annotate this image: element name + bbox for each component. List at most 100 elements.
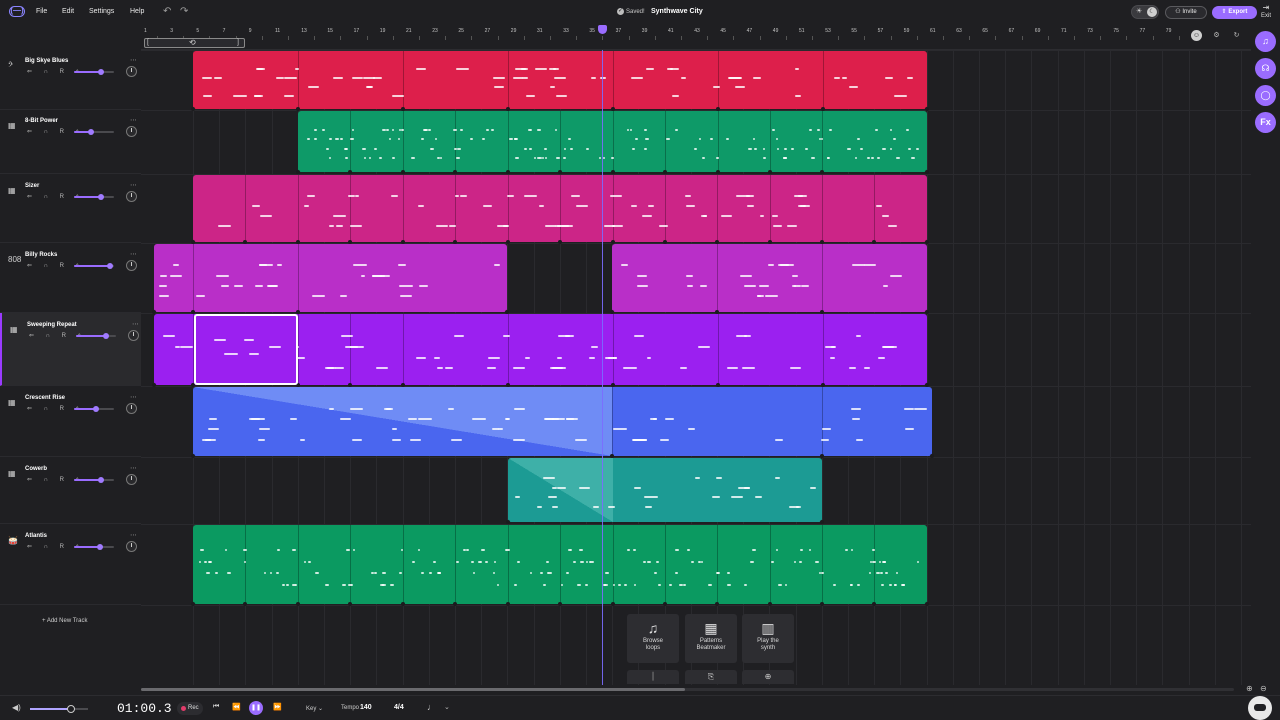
app-logo[interactable]: (—) <box>9 6 25 17</box>
loop-end-handle[interactable]: ] <box>237 39 239 47</box>
track-header[interactable]: ▦ 8-Bit Power ⋯ ⇐ ∩ R ∿ <box>0 110 141 174</box>
key-selector[interactable]: Key ⌄ <box>306 705 323 712</box>
record-button[interactable]: Rec <box>177 702 203 715</box>
import-card[interactable]: ⎘ <box>685 670 737 684</box>
pan-knob[interactable] <box>126 191 137 202</box>
track-header[interactable]: 808 Billy Rocks ⋯ ⇐ ∩ R ∿ <box>0 243 141 313</box>
speaker-icon[interactable]: ◀) <box>12 703 21 712</box>
sidebar-chat-icon[interactable]: ◯ <box>1255 85 1276 106</box>
more-options-icon[interactable]: ⋯ <box>130 56 137 64</box>
track-volume-slider[interactable] <box>74 194 114 200</box>
track-name[interactable]: Sizer <box>25 183 39 189</box>
more-options-icon[interactable]: ⋯ <box>130 116 137 124</box>
menu-edit[interactable]: Edit <box>62 8 74 15</box>
track-name[interactable]: 8-Bit Power <box>25 118 58 124</box>
menu-help[interactable]: Help <box>130 8 144 15</box>
scrollbar-thumb[interactable] <box>141 688 685 691</box>
refresh-icon[interactable]: ↻ <box>1231 30 1242 41</box>
rewind-icon[interactable]: ⏪ <box>232 703 241 711</box>
more-options-icon[interactable]: ⋯ <box>130 531 137 539</box>
loop-region[interactable]: [ ⟲ ] <box>144 38 245 48</box>
track-clip[interactable] <box>193 525 927 604</box>
pan-knob[interactable] <box>126 66 137 77</box>
undo-icon[interactable]: ↶ <box>163 6 171 17</box>
project-title[interactable]: Synthwave City <box>651 8 703 15</box>
track-name[interactable]: Cowerb <box>25 466 47 472</box>
invite-button[interactable]: ⚇ Invite <box>1165 6 1207 19</box>
more-options-icon[interactable]: ⋯ <box>132 320 139 328</box>
more-options-icon[interactable]: ⋯ <box>130 393 137 401</box>
track-clip[interactable] <box>298 111 927 172</box>
browse-loops-card[interactable]: ♫ Browse loops <box>627 614 679 663</box>
track-name[interactable]: Sweeping Repeat <box>27 322 77 328</box>
loop-icon[interactable]: ⟲ <box>189 39 196 47</box>
play-synth-card[interactable]: ▥ Play the synth <box>742 614 794 663</box>
playhead-handle[interactable] <box>598 25 607 34</box>
pan-knob[interactable] <box>126 541 137 552</box>
more-options-icon[interactable]: ⋯ <box>130 464 137 472</box>
pan-knob[interactable] <box>128 330 139 341</box>
track-volume-slider[interactable] <box>74 129 114 135</box>
sidebar-collab-icon[interactable]: ☊ <box>1255 58 1276 79</box>
volume-knob[interactable] <box>98 477 105 483</box>
menu-file[interactable]: File <box>36 8 47 15</box>
sidebar-music-icon[interactable]: ♫ <box>1255 31 1276 52</box>
track-name[interactable]: Big Skye Blues <box>25 58 68 64</box>
volume-knob[interactable] <box>98 69 105 75</box>
pan-knob[interactable] <box>126 403 137 414</box>
volume-knob[interactable] <box>87 129 94 135</box>
microphone-card[interactable]: ⏐ <box>627 670 679 684</box>
redo-icon[interactable]: ↷ <box>180 6 188 17</box>
export-button[interactable]: ⇧ Export <box>1212 6 1257 19</box>
track-clip[interactable] <box>193 175 927 242</box>
track-volume-slider[interactable] <box>74 263 114 269</box>
track-volume-slider[interactable] <box>74 69 114 75</box>
track-clip[interactable] <box>193 51 927 109</box>
track-name[interactable]: Billy Rocks <box>25 252 57 258</box>
more-options-icon[interactable]: ⋯ <box>130 250 137 258</box>
volume-knob[interactable] <box>97 544 103 550</box>
pan-knob[interactable] <box>126 260 137 271</box>
time-signature[interactable]: 4/4 <box>394 704 404 711</box>
track-clip[interactable] <box>193 387 932 456</box>
volume-knob[interactable] <box>98 194 105 200</box>
menu-settings[interactable]: Settings <box>89 8 114 15</box>
pan-knob[interactable] <box>126 474 137 485</box>
track-volume-slider[interactable] <box>74 477 114 483</box>
track-header[interactable]: 𝄢 Big Skye Blues ⋯ ⇐ ∩ R ∿ <box>0 50 141 110</box>
track-name[interactable]: Atlantis <box>25 533 47 539</box>
fast-forward-icon[interactable]: ⏩ <box>273 703 282 711</box>
selected-clip[interactable] <box>194 314 298 385</box>
track-name[interactable]: Crescent Rise <box>25 395 65 401</box>
theme-toggle[interactable]: ☀ ☾ <box>1131 5 1159 19</box>
settings-icon[interactable]: ⚙ <box>1211 30 1222 41</box>
pan-knob[interactable] <box>126 126 137 137</box>
track-volume-slider[interactable] <box>74 406 114 412</box>
chevron-down-icon[interactable]: ⌄ <box>444 703 450 711</box>
pause-button[interactable]: ❚❚ <box>249 701 263 715</box>
more-options-icon[interactable]: ⋯ <box>130 181 137 189</box>
volume-knob[interactable] <box>107 263 113 269</box>
metronome-icon[interactable]: ♩ <box>427 702 436 712</box>
zoom-out-icon[interactable]: ⊖ <box>1260 684 1267 693</box>
track-header[interactable]: ▦ Sweeping Repeat ⋯ ⇐ ∩ R ∿ <box>0 313 141 386</box>
track-header[interactable]: ▦ Sizer ⋯ ⇐ ∩ R ∿ <box>0 174 141 243</box>
horizontal-scrollbar[interactable] <box>141 688 1234 691</box>
add-instrument-card[interactable]: ⊕ <box>742 670 794 684</box>
timeline-ruler[interactable]: 1 3 5 7 9 11 13 15 17 19 21 23 25 27 29 31 33 35 37 39 41 43 4… <box>141 24 1251 50</box>
track-header[interactable]: ▦ Crescent Rise ⋯ ⇐ ∩ R ∿ <box>0 386 141 457</box>
zoom-in-icon[interactable]: ⊕ <box>1246 684 1253 693</box>
track-header[interactable]: ▦ Cowerb ⋯ ⇐ ∩ R ∿ <box>0 457 141 524</box>
master-volume-slider[interactable] <box>30 705 88 713</box>
add-new-track-button[interactable]: + Add New Track <box>42 618 88 624</box>
skip-back-icon[interactable]: ⏮ <box>213 703 219 711</box>
track-header[interactable]: 🥁 Atlantis ⋯ ⇐ ∩ R ∿ <box>0 524 141 605</box>
exit-button[interactable]: ⇥ Exit <box>1259 3 1273 23</box>
loop-start-handle[interactable]: [ <box>147 39 149 47</box>
master-volume-knob[interactable] <box>66 705 75 713</box>
chat-button[interactable] <box>1248 696 1272 720</box>
arrangement-view[interactable] <box>141 50 1251 685</box>
patterns-beatmaker-card[interactable]: ▦ Patterns Beatmaker <box>685 614 737 663</box>
avatar-icon[interactable]: ☺ <box>1191 30 1202 41</box>
volume-knob[interactable] <box>93 406 99 412</box>
